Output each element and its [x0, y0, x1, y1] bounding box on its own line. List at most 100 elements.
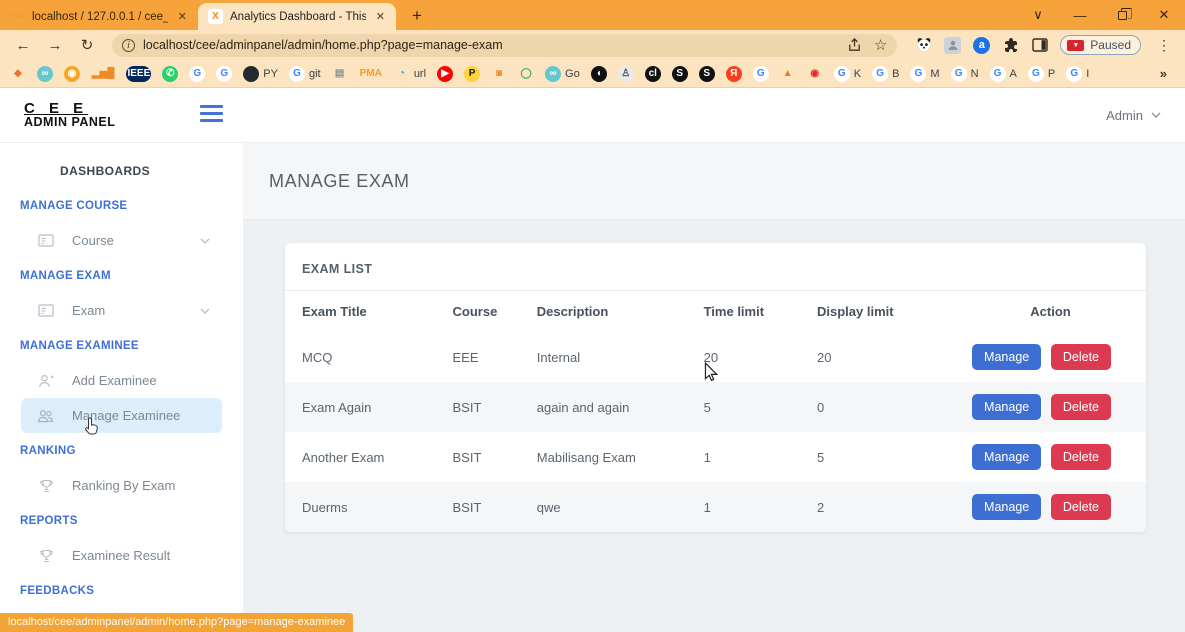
forward-button[interactable]: → [42, 37, 68, 54]
sidebar-item-course[interactable]: Course [21, 223, 222, 258]
extensions-puzzle-icon[interactable] [1002, 37, 1019, 54]
bookmark-item[interactable]: PMA [359, 66, 383, 82]
bookmark-item[interactable]: ✆ [162, 66, 178, 82]
bookmark-item[interactable]: ◯ [518, 66, 534, 82]
bookmark-item[interactable]: ∞ Go [545, 66, 580, 82]
bookmark-item[interactable]: ◖ [591, 66, 607, 82]
bookmark-item[interactable]: G git [289, 66, 321, 82]
tab-search-chevron-icon[interactable]: ∨ [1017, 0, 1059, 30]
bookmark-item[interactable]: G K [834, 66, 861, 82]
delete-button[interactable]: Delete [1051, 494, 1111, 520]
bookmark-favicon [243, 66, 259, 82]
url-text[interactable]: localhost/cee/adminpanel/admin/home.php?… [143, 38, 839, 52]
admin-dropdown[interactable]: Admin [1106, 108, 1161, 123]
bookmark-item[interactable]: ◙ [491, 66, 507, 82]
share-icon[interactable] [847, 38, 862, 53]
sidebar-item-manage-examinee[interactable]: Manage Examinee [21, 398, 222, 433]
bookmarks-overflow-icon[interactable]: » [1160, 66, 1167, 81]
bookmark-item[interactable]: PY [243, 66, 278, 82]
tab-analytics-dashboard[interactable]: X Analytics Dashboard - This is an ✕ [198, 3, 396, 30]
bookmark-star-icon[interactable]: ☆ [874, 36, 887, 54]
bookmark-item[interactable]: ▲ [780, 66, 796, 82]
manage-button[interactable]: Manage [972, 394, 1041, 420]
bookmark-item[interactable]: ▤ [332, 66, 348, 82]
bookmark-item[interactable]: G B [872, 66, 899, 82]
tab-title: Analytics Dashboard - This is an [230, 11, 366, 23]
bookmark-favicon: ▤ [332, 66, 348, 82]
cell-course: BSIT [436, 482, 520, 532]
manage-button[interactable]: Manage [972, 494, 1041, 520]
close-button[interactable]: ✕ [1143, 0, 1185, 30]
delete-button[interactable]: Delete [1051, 344, 1111, 370]
sidebar-item-examinee-result[interactable]: Examinee Result [21, 538, 222, 573]
col-action: Action [955, 291, 1146, 332]
bookmark-item[interactable]: ♙ [618, 66, 634, 82]
bookmark-label: A [1010, 68, 1017, 80]
sidebar-item-exam[interactable]: Exam [21, 293, 222, 328]
bookmark-item[interactable]: G [753, 66, 769, 82]
manage-button[interactable]: Manage [972, 444, 1041, 470]
minimize-button[interactable]: — [1059, 0, 1101, 30]
panda-extension-icon[interactable] [915, 37, 932, 54]
tab-close-icon[interactable]: ✕ [373, 10, 388, 23]
browser-menu-icon[interactable]: ⋮ [1157, 37, 1171, 54]
cell-course: EEE [436, 332, 520, 382]
side-panel-icon[interactable] [1031, 37, 1048, 54]
bookmark-item[interactable]: S [699, 66, 715, 82]
bookmark-label: N [971, 68, 979, 80]
bookmark-item[interactable]: ◉ [64, 66, 80, 82]
sidebar-item-add-examinee[interactable]: Add Examinee [21, 363, 222, 398]
tab-phpmyadmin[interactable]: PMA localhost / 127.0.0.1 / cee_db / fe … [0, 3, 198, 30]
bookmark-item[interactable]: ▂▅█ [91, 66, 115, 82]
bookmark-item[interactable]: ◉ [807, 66, 823, 82]
table-row: Duerms BSIT qwe 1 2 Manage Delete [285, 482, 1146, 532]
delete-button[interactable]: Delete [1051, 394, 1111, 420]
bookmark-label: I [1086, 68, 1089, 80]
sidebar-toggle-button[interactable] [200, 105, 223, 122]
bookmark-favicon: ▂▅█ [91, 66, 115, 82]
download-paused-pill[interactable]: ▼ Paused [1060, 35, 1141, 55]
cell-time-limit: 1 [687, 482, 800, 532]
restore-button[interactable] [1101, 0, 1143, 30]
bookmark-item[interactable]: ◔ url [394, 66, 426, 82]
cell-description: Internal [520, 332, 687, 382]
person-extension-icon[interactable] [944, 37, 961, 54]
bookmark-item[interactable]: G A [990, 66, 1017, 82]
tab-close-icon[interactable]: ✕ [175, 10, 190, 23]
new-tab-button[interactable]: + [412, 6, 422, 26]
bookmark-item[interactable]: G P [1028, 66, 1055, 82]
bookmark-item[interactable]: P [464, 66, 480, 82]
sidebar-section-manage-exam: MANAGE EXAM [0, 270, 111, 282]
bookmark-item[interactable]: G M [910, 66, 939, 82]
bookmark-item[interactable]: ▶ [437, 66, 453, 82]
cee-logo[interactable]: C E E ADMIN PANEL [24, 101, 115, 130]
browser-toolbar: ← → ↻ i localhost/cee/adminpanel/admin/h… [0, 30, 1185, 60]
bookmark-item[interactable]: G [216, 66, 232, 82]
address-bar[interactable]: i localhost/cee/adminpanel/admin/home.ph… [112, 34, 897, 57]
bookmark-item[interactable]: cl [645, 66, 661, 82]
bookmark-label: K [854, 68, 861, 80]
site-info-icon[interactable]: i [122, 39, 135, 52]
bookmark-favicon: S [699, 66, 715, 82]
bookmark-item[interactable]: Я [726, 66, 742, 82]
cell-exam-title: Another Exam [285, 432, 436, 482]
bookmark-item[interactable]: ∞ [37, 66, 53, 82]
bookmark-favicon: ◉ [64, 66, 80, 82]
bookmark-item[interactable]: G I [1066, 66, 1089, 82]
bookmark-item[interactable]: G N [951, 66, 979, 82]
bookmark-item[interactable]: G [189, 66, 205, 82]
back-button[interactable]: ← [10, 37, 36, 54]
sidebar-item-label: Course [72, 233, 114, 248]
bookmark-item[interactable]: ◆ [10, 66, 26, 82]
bookmark-favicon: G [951, 66, 967, 82]
manage-button[interactable]: Manage [972, 344, 1041, 370]
bookmark-item[interactable]: IEEE [126, 66, 151, 82]
extension-icons: a ▼ Paused ⋮ [909, 35, 1177, 55]
sidebar-item-ranking-by-exam[interactable]: Ranking By Exam [21, 468, 222, 503]
delete-button[interactable]: Delete [1051, 444, 1111, 470]
a-extension-icon[interactable]: a [973, 37, 990, 54]
bookmark-favicon: G [1028, 66, 1044, 82]
bookmark-item[interactable]: S [672, 66, 688, 82]
reload-button[interactable]: ↻ [74, 36, 100, 54]
table-row: Another Exam BSIT Mabilisang Exam 1 5 Ma… [285, 432, 1146, 482]
